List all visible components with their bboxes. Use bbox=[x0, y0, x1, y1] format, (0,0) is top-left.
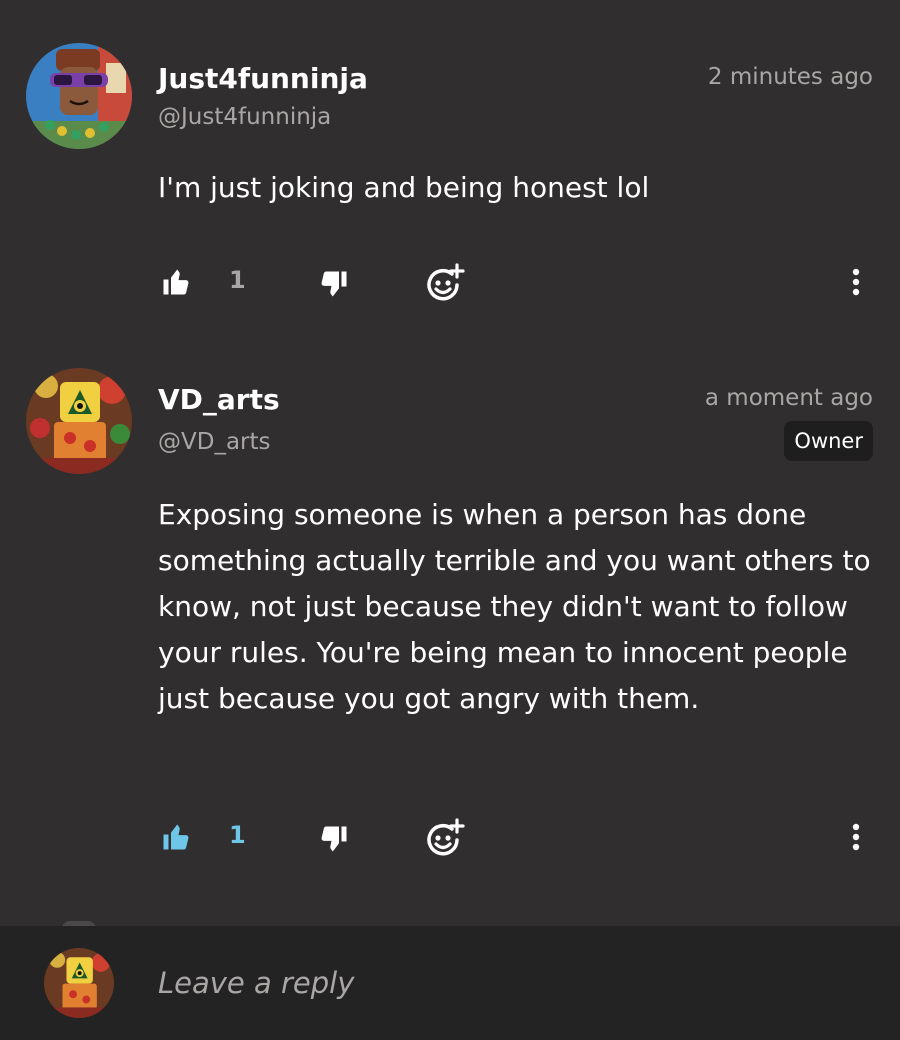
reply-bar bbox=[0, 926, 900, 1040]
more-options-button[interactable] bbox=[842, 819, 870, 855]
comment-body: Exposing someone is when a person has do… bbox=[158, 498, 871, 715]
reply-input[interactable] bbox=[158, 960, 858, 1006]
author-name[interactable]: VD_arts bbox=[158, 383, 280, 416]
thumbs-up-icon bbox=[163, 824, 189, 850]
comment-item: VD_arts @VD_arts a moment ago Owner Expo… bbox=[0, 0, 900, 900]
owner-badge: Owner bbox=[784, 421, 873, 461]
current-user-avatar bbox=[44, 948, 114, 1018]
add-reaction-icon bbox=[427, 818, 465, 856]
thumbs-down-icon bbox=[321, 826, 347, 852]
comment-thread: Just4funninja @Just4funninja 2 minutes a… bbox=[0, 0, 900, 1040]
more-options-icon bbox=[852, 823, 860, 851]
like-count: 1 bbox=[229, 821, 246, 849]
timestamp: a moment ago bbox=[704, 385, 873, 411]
dislike-button[interactable] bbox=[316, 821, 352, 857]
add-reaction-button[interactable] bbox=[424, 817, 466, 859]
like-button[interactable] bbox=[158, 819, 194, 855]
author-handle[interactable]: @VD_arts bbox=[158, 429, 271, 455]
avatar[interactable] bbox=[26, 368, 132, 474]
